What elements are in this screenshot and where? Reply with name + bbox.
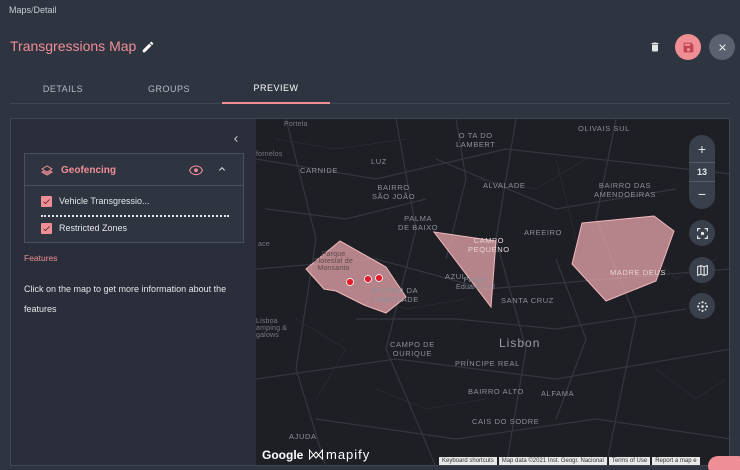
eye-icon[interactable] <box>189 164 203 176</box>
help-bubble[interactable] <box>708 456 740 470</box>
preview-panel: Geofencing Vehicle Transgressio... Restr… <box>10 118 730 466</box>
layer-item-label: Vehicle Transgressio... <box>59 196 150 206</box>
map-icon <box>696 264 708 276</box>
map-label: Parque Eduardo VII <box>456 277 496 291</box>
keyboard-shortcuts-link[interactable]: Keyboard shortcuts <box>439 457 497 465</box>
map-label: BAIRRO DA LIBERDADE <box>371 286 419 304</box>
transgression-marker[interactable] <box>375 274 383 282</box>
fullscreen-focus-icon <box>696 227 708 239</box>
map-label: Lisboa amping & galows <box>256 318 288 339</box>
map-label: BAIRRO ALTO <box>468 387 524 396</box>
layer-group-header[interactable]: Geofencing <box>25 154 243 186</box>
tab-bar: DETAILS GROUPS PREVIEW <box>10 74 730 104</box>
map-label: Portela <box>284 121 308 128</box>
geofence-zone-polygon[interactable] <box>571 215 675 302</box>
transgression-marker[interactable] <box>346 278 354 286</box>
breadcrumb-root[interactable]: Maps <box>9 5 31 15</box>
save-button[interactable] <box>675 34 701 60</box>
zoom-in-button[interactable]: + <box>689 139 715 159</box>
map-label: PRÍNCIPE REAL <box>455 359 520 368</box>
transgression-marker[interactable] <box>364 275 372 283</box>
chevron-up-icon[interactable] <box>216 163 228 175</box>
layers-sidebar: Geofencing Vehicle Transgressio... Restr… <box>11 119 256 465</box>
checkbox-checked-icon[interactable] <box>41 195 52 207</box>
map-label: LUZ <box>371 157 387 166</box>
close-button[interactable] <box>709 34 735 60</box>
map-canvas[interactable]: Portela OLIVAIS SUL O TA DO LAMBERT forn… <box>256 119 729 465</box>
map-label: BAIRRO SÃO JOÃO <box>372 183 416 201</box>
zoom-control: + 13 − <box>689 135 715 209</box>
map-data-text: Map data ©2021 Inst. Geogr. Nacional <box>498 457 607 465</box>
map-label: MADRE DEUS <box>610 268 667 277</box>
chevron-left-icon[interactable] <box>230 133 242 145</box>
features-info-text: Click on the map to get more information… <box>24 284 227 314</box>
locate-button[interactable] <box>689 293 715 319</box>
delete-button[interactable] <box>642 34 668 60</box>
layer-item-restricted-zones[interactable]: Restricted Zones <box>41 221 127 235</box>
map-label: Parque Florestal de Monsanto <box>314 251 353 272</box>
map-attribution: Keyboard shortcuts Map data ©2021 Inst. … <box>437 457 700 465</box>
pencil-icon[interactable] <box>141 40 155 54</box>
dotted-divider <box>41 215 229 217</box>
breadcrumb-current: Detail <box>33 5 57 15</box>
close-icon <box>718 43 726 51</box>
map-label: ALFAMA <box>541 389 575 398</box>
map-label: AJUDA <box>289 432 317 441</box>
map-label: ALVALADE <box>483 181 526 190</box>
layer-group-title: Geofencing <box>61 165 117 176</box>
map-label: OLIVAIS SUL <box>578 124 630 133</box>
fullscreen-button[interactable] <box>689 220 715 246</box>
map-label: SANTA CRUZ <box>501 296 554 305</box>
map-label: AREEIRO <box>524 228 562 237</box>
app-root: Maps/Detail Transgressions Map DETAILS G… <box>0 0 740 470</box>
tab-groups[interactable]: GROUPS <box>116 74 222 104</box>
zoom-out-button[interactable]: − <box>689 184 715 204</box>
features-label: Features <box>24 253 58 263</box>
mapify-wordmark: mapify <box>326 447 371 462</box>
map-style-button[interactable] <box>689 257 715 283</box>
map-label: CAIS DO SODRE <box>472 417 540 426</box>
breadcrumb: Maps/Detail <box>9 5 57 15</box>
map-label: BAIRRO DAS AMENDOEIRAS <box>594 181 657 199</box>
terms-link[interactable]: Terms of Use <box>608 457 651 465</box>
checkbox-checked-icon[interactable] <box>41 222 52 234</box>
map-label: fornelos <box>256 151 283 158</box>
mapify-logo: mapify <box>309 447 370 462</box>
layer-item-label: Restricted Zones <box>59 223 128 233</box>
map-label: Lisbon <box>499 336 541 350</box>
report-map-error-link[interactable]: Report a map e <box>652 457 700 465</box>
layer-group-card: Geofencing Vehicle Transgressio... Restr… <box>24 153 244 243</box>
map-label: O TA DO LAMBERT <box>456 131 496 149</box>
map-label: ace <box>258 241 270 248</box>
map-label: CARNIDE <box>300 166 338 175</box>
floppy-disk-icon <box>683 42 693 52</box>
page-title: Transgressions Map <box>10 38 137 54</box>
layer-item-vehicle-transgressions[interactable]: Vehicle Transgressio... <box>41 194 150 208</box>
tab-preview[interactable]: PREVIEW <box>222 74 330 104</box>
layers-icon <box>41 165 53 176</box>
tab-details[interactable]: DETAILS <box>10 74 116 104</box>
dots-cluster-icon <box>696 300 708 312</box>
google-logo: Google <box>262 448 304 462</box>
trash-icon <box>651 42 659 52</box>
map-label: PALMA DE BAIXO <box>398 214 439 232</box>
map-label: CAMPO DE OURIQUE <box>390 340 435 358</box>
map-label: CAMPO PEQUENO <box>468 236 510 254</box>
zoom-level: 13 <box>689 162 715 182</box>
mapify-mark-icon <box>309 449 323 460</box>
